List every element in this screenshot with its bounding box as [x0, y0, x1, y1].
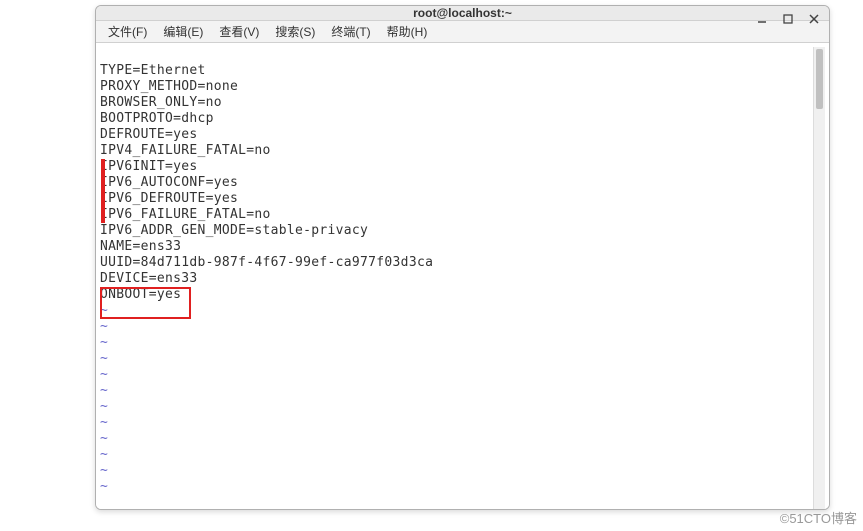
menu-view[interactable]: 查看(V) — [211, 21, 267, 42]
titlebar[interactable]: root@localhost:~ — [96, 6, 829, 21]
config-line: PROXY_METHOD=none — [100, 79, 238, 94]
terminal-window: root@localhost:~ 文件(F) 编辑(E) 查看(V) 搜索(S)… — [95, 5, 830, 510]
config-line: DEVICE=ens33 — [100, 271, 198, 286]
menubar: 文件(F) 编辑(E) 查看(V) 搜索(S) 终端(T) 帮助(H) — [96, 21, 829, 43]
empty-line-tilde: ~ — [100, 431, 108, 446]
empty-line-tilde: ~ — [100, 415, 108, 430]
terminal-content[interactable]: TYPE=Ethernet PROXY_METHOD=none BROWSER_… — [100, 47, 813, 510]
config-line: BROWSER_ONLY=no — [100, 95, 222, 110]
maximize-button[interactable] — [779, 10, 797, 28]
window-controls — [753, 10, 823, 28]
menu-file[interactable]: 文件(F) — [100, 21, 155, 42]
config-line: BOOTPROTO=dhcp — [100, 111, 214, 126]
config-line: ONBOOT=yes — [100, 287, 181, 302]
config-line: IPV4_FAILURE_FATAL=no — [100, 143, 271, 158]
empty-line-tilde: ~ — [100, 479, 108, 494]
config-line: TYPE=Ethernet — [100, 63, 206, 78]
empty-line-tilde: ~ — [100, 447, 108, 462]
watermark: ©51CTO博客 — [780, 508, 857, 527]
terminal-area[interactable]: TYPE=Ethernet PROXY_METHOD=none BROWSER_… — [96, 43, 829, 510]
empty-line-tilde: ~ — [100, 463, 108, 478]
menu-search[interactable]: 搜索(S) — [267, 21, 323, 42]
config-line: IPV6_AUTOCONF=yes — [100, 175, 238, 190]
window-title: root@localhost:~ — [413, 6, 512, 20]
empty-line-tilde: ~ — [100, 319, 108, 334]
empty-line-tilde: ~ — [100, 383, 108, 398]
config-line: IPV6_ADDR_GEN_MODE=stable-privacy — [100, 223, 368, 238]
config-line: NAME=ens33 — [100, 239, 181, 254]
minimize-button[interactable] — [753, 10, 771, 28]
config-line: IPV6_FAILURE_FATAL=no — [100, 207, 271, 222]
scrollbar[interactable] — [813, 47, 825, 510]
menu-edit[interactable]: 编辑(E) — [155, 21, 211, 42]
empty-line-tilde: ~ — [100, 303, 108, 318]
config-line: IPV6INIT=yes — [100, 159, 198, 174]
config-line: IPV6_DEFROUTE=yes — [100, 191, 238, 206]
config-line: UUID=84d711db-987f-4f67-99ef-ca977f03d3c… — [100, 255, 433, 270]
close-button[interactable] — [805, 10, 823, 28]
menu-help[interactable]: 帮助(H) — [379, 21, 436, 42]
scrollbar-thumb[interactable] — [816, 49, 823, 109]
config-line: DEFROUTE=yes — [100, 127, 198, 142]
empty-line-tilde: ~ — [100, 367, 108, 382]
empty-line-tilde: ~ — [100, 335, 108, 350]
empty-line-tilde: ~ — [100, 399, 108, 414]
empty-line-tilde: ~ — [100, 351, 108, 366]
menu-terminal[interactable]: 终端(T) — [323, 21, 378, 42]
